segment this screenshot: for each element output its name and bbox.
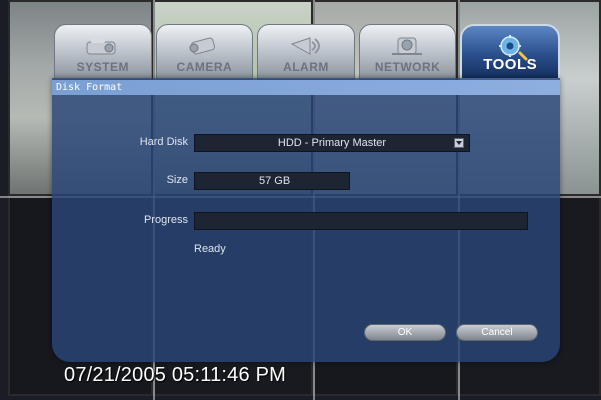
hard-disk-value: HDD - Primary Master — [277, 137, 387, 149]
tab-network[interactable]: NETWORK — [358, 24, 457, 80]
chevron-down-icon[interactable] — [454, 138, 464, 148]
cancel-button[interactable]: Cancel — [456, 324, 538, 341]
dialog-title: Disk Format — [52, 80, 560, 95]
tab-camera[interactable]: CAMERA — [155, 24, 254, 80]
progress-label: Progress — [143, 214, 188, 226]
progress-bar — [194, 212, 528, 230]
tab-alarm[interactable]: ALARM — [257, 24, 355, 80]
ok-button[interactable]: OK — [364, 324, 446, 341]
tools-gear-icon — [499, 35, 528, 61]
network-device-icon — [391, 37, 422, 55]
size-label: Size — [166, 174, 188, 186]
timestamp-overlay: 07/21/2005 05:11:46 PM — [64, 364, 286, 386]
size-display: 57 GB — [194, 172, 350, 190]
tab-tools[interactable]: TOOLS — [460, 24, 560, 80]
siren-icon — [290, 37, 320, 55]
hard-disk-label: Hard Disk — [139, 136, 188, 148]
tab-label: SYSTEM — [76, 60, 129, 74]
tab-label: NETWORK — [374, 60, 441, 74]
tab-label: CAMERA — [176, 60, 233, 74]
tab-system[interactable]: SYSTEM — [54, 24, 152, 80]
size-value: 57 GB — [259, 175, 291, 187]
dvr-screen: SYSTEM CAMERA ALARM NETWORK TOOLS Disk F… — [0, 0, 601, 400]
settings-tab-bar: SYSTEM CAMERA ALARM NETWORK TOOLS — [54, 24, 560, 80]
status-text: Ready — [194, 243, 226, 255]
projector-icon — [86, 38, 116, 55]
tab-label: ALARM — [283, 60, 329, 74]
hard-disk-select[interactable]: HDD - Primary Master — [194, 134, 470, 152]
camera-icon — [189, 37, 216, 58]
